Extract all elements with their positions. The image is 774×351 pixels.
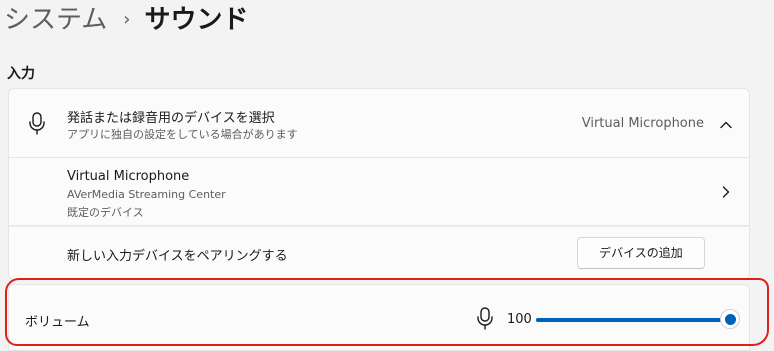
section-title-input: 入力 <box>7 66 35 82</box>
volume-row: ボリューム 100 <box>8 284 750 351</box>
device-item-status: 既定のデバイス <box>67 206 144 219</box>
chevron-up-icon[interactable] <box>719 118 733 132</box>
device-item-source: AVerMedia Streaming Center <box>67 188 226 201</box>
device-item-name: Virtual Microphone <box>67 169 190 184</box>
page-title: サウンド <box>144 5 249 35</box>
pair-device-label: 新しい入力デバイスをペアリングする <box>67 249 288 264</box>
volume-value: 100 <box>507 312 532 327</box>
breadcrumb: システム › サウンド <box>4 2 248 38</box>
volume-label: ボリューム <box>25 315 90 330</box>
chevron-right-icon[interactable] <box>719 185 733 199</box>
device-item-virtual-microphone[interactable]: Virtual Microphone AVerMedia Streaming C… <box>8 158 750 226</box>
volume-slider-thumb[interactable] <box>720 309 740 329</box>
microphone-icon <box>29 112 45 135</box>
breadcrumb-separator: › <box>123 9 131 30</box>
device-select-subtitle: アプリに独自の設定をしている場合があります <box>67 128 298 141</box>
volume-slider[interactable] <box>536 309 740 329</box>
device-select-card[interactable]: 発話または録音用のデバイスを選択 アプリに独自の設定をしている場合があります V… <box>8 88 750 158</box>
microphone-icon[interactable] <box>475 307 495 331</box>
breadcrumb-parent-system[interactable]: システム <box>4 2 107 38</box>
pair-device-row: 新しい入力デバイスをペアリングする デバイスの追加 <box>8 226 750 280</box>
volume-slider-thumb-dot <box>724 313 736 325</box>
add-device-button[interactable]: デバイスの追加 <box>577 237 705 269</box>
volume-slider-fill <box>536 318 730 322</box>
device-select-value: Virtual Microphone <box>581 116 704 131</box>
device-select-title: 発話または録音用のデバイスを選択 <box>67 111 275 126</box>
